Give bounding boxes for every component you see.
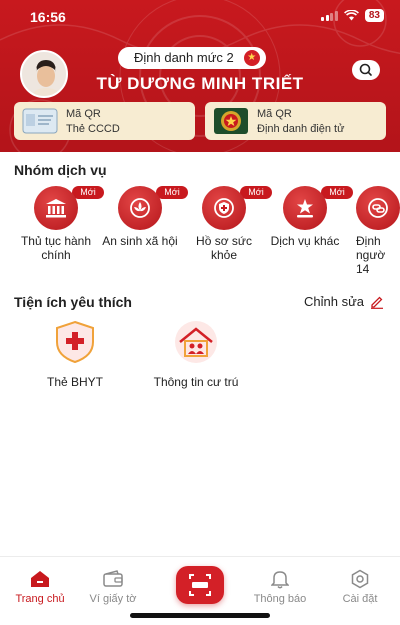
user-full-name: TỪ DƯƠNG MINH TRIẾT bbox=[96, 74, 304, 93]
nav-notifications[interactable]: Thông báo bbox=[240, 569, 320, 605]
nav-home[interactable]: Trang chủ bbox=[0, 569, 80, 605]
residence-icon bbox=[175, 321, 217, 363]
header: 16:56 83 Định danh mức 2 ★ TỪ DƯƠNG MINH… bbox=[0, 0, 400, 152]
nav-label: Cài đặt bbox=[342, 593, 378, 605]
favorites-title: Tiện ích yêu thích bbox=[14, 294, 132, 310]
scan-icon bbox=[189, 574, 211, 596]
nav-label: Ví giấy tờ bbox=[89, 593, 137, 605]
edit-favorites-button[interactable]: Chỉnh sửa bbox=[304, 294, 384, 309]
settings-icon bbox=[351, 569, 369, 589]
edit-label: Chỉnh sửa bbox=[303, 294, 364, 309]
bell-icon bbox=[271, 571, 289, 589]
home-indicator bbox=[130, 613, 270, 618]
service-social-security[interactable]: Mới An sinh xã hội bbox=[98, 186, 188, 248]
service-label: Định ngườ 14 bbox=[356, 234, 386, 276]
status-time: 16:56 bbox=[30, 9, 66, 25]
identity-level-label: Định danh mức 2 bbox=[134, 50, 234, 65]
police-emblem-icon: ★ bbox=[243, 50, 260, 66]
search-icon bbox=[359, 63, 372, 76]
status-icons: 83 bbox=[321, 9, 384, 22]
services-title: Nhóm dịch vụ bbox=[14, 162, 107, 178]
wifi-icon bbox=[343, 10, 359, 21]
nav-label: Thông báo bbox=[253, 593, 307, 605]
battery-indicator: 83 bbox=[364, 9, 384, 22]
service-label: Hồ sơ sức khỏe bbox=[196, 234, 252, 262]
favorite-residence-info[interactable]: Thông tin cư trú bbox=[141, 320, 251, 389]
qr-cccd-line1: Mã QR bbox=[66, 108, 101, 120]
signal-icon bbox=[321, 10, 338, 21]
qr-cccd-card[interactable]: Mã QR Thẻ CCCD bbox=[14, 102, 195, 140]
qr-digital-id-line2: Định danh điện tử bbox=[257, 123, 345, 135]
medical-shield-icon bbox=[202, 186, 246, 230]
pencil-icon bbox=[371, 296, 383, 309]
service-health-records[interactable]: Mới Hồ sơ sức khỏe bbox=[182, 186, 272, 262]
service-label: An sinh xã hội bbox=[102, 234, 178, 248]
favorite-label: Thẻ BHYT bbox=[46, 375, 103, 389]
lotus-icon bbox=[118, 186, 162, 230]
favorite-health-insurance[interactable]: Thẻ BHYT bbox=[20, 320, 130, 389]
police-badge-icon bbox=[214, 108, 248, 134]
identity-level-badge[interactable]: Định danh mức 2 ★ bbox=[118, 47, 266, 69]
building-icon bbox=[34, 186, 78, 230]
wallet-icon bbox=[103, 570, 123, 587]
scan-qr-button[interactable] bbox=[176, 566, 224, 604]
qr-digital-id-line1: Mã QR bbox=[257, 108, 292, 120]
service-link-identity[interactable]: Định ngườ 14 bbox=[344, 186, 400, 276]
service-label: Thủ tục hành chính bbox=[20, 234, 92, 262]
service-administrative-procedures[interactable]: Mới Thủ tục hành chính bbox=[14, 186, 104, 262]
service-label: Dịch vụ khác bbox=[270, 234, 340, 248]
link-icon bbox=[356, 186, 400, 230]
service-other[interactable]: Mới Dịch vụ khác bbox=[263, 186, 353, 248]
home-icon bbox=[31, 571, 49, 587]
nav-wallet[interactable]: Ví giấy tờ bbox=[73, 569, 153, 605]
nav-settings[interactable]: Cài đặt bbox=[320, 569, 400, 605]
health-insurance-icon bbox=[56, 320, 94, 364]
id-card-icon bbox=[22, 108, 58, 134]
qr-digital-id-card[interactable]: Mã QR Định danh điện tử bbox=[205, 102, 386, 140]
favorite-label: Thông tin cư trú bbox=[153, 375, 239, 389]
status-bar: 16:56 83 bbox=[0, 0, 400, 30]
search-button[interactable] bbox=[352, 60, 380, 80]
qr-cccd-line2: Thẻ CCCD bbox=[66, 123, 120, 135]
star-podium-icon bbox=[283, 186, 327, 230]
nav-label: Trang chủ bbox=[15, 593, 65, 605]
